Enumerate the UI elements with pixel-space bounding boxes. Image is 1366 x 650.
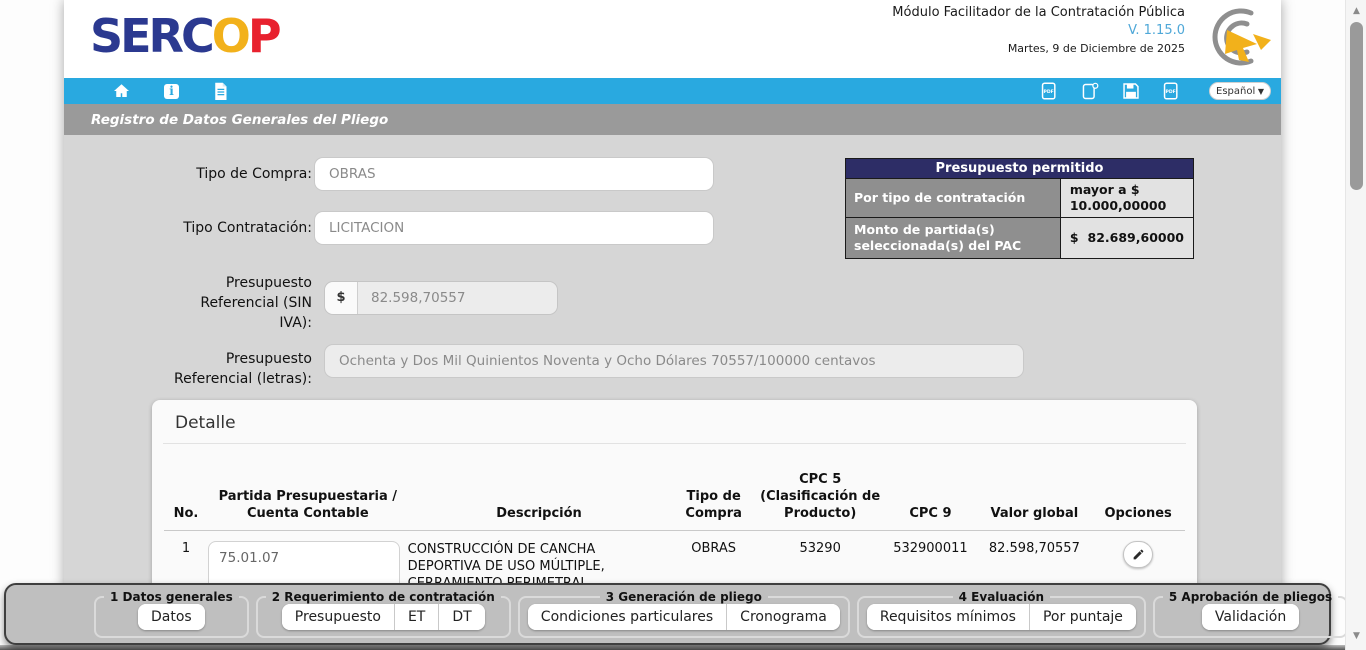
- permitido-row-label: Por tipo de contratación: [846, 179, 1061, 218]
- module-title: Módulo Facilitador de la Contratación Pú…: [892, 5, 1185, 20]
- col-cpc5: CPC 5 (Clasificación de Producto): [757, 471, 884, 531]
- scroll-down-arrow[interactable]: ▼: [1346, 631, 1366, 641]
- presupuesto-letras-label: Presupuesto Referencial (letras):: [172, 349, 312, 389]
- tipo-contratacion-label: Tipo Contratación:: [104, 218, 312, 238]
- logo-text-blue: SERC: [90, 9, 212, 63]
- group-legend: 2 Requerimiento de contratación: [266, 590, 501, 604]
- bottom-edge-strip: [0, 645, 1366, 650]
- pencil-icon: [1132, 548, 1145, 561]
- tipo-compra-label: Tipo de Compra:: [104, 164, 312, 184]
- nav-group-generacion-pliego: 3 Generación de pliego Condiciones parti…: [518, 590, 850, 638]
- presupuesto-permitido-title: Presupuesto permitido: [846, 159, 1194, 179]
- group-legend: 5 Aprobación de pliegos: [1163, 590, 1338, 604]
- presupuesto-sin-iva-value: 82.598,70557: [358, 282, 557, 314]
- toolbar: i PDF: [64, 78, 1281, 104]
- logo-text-red: P: [248, 9, 279, 63]
- version-label: V. 1.15.0: [892, 23, 1185, 38]
- toolbar-right: PDF: [1041, 82, 1271, 101]
- col-partida: Partida Presupuestaria / Cuenta Contable: [208, 471, 408, 531]
- divider: [163, 443, 1186, 444]
- browser-viewport: SERCOP Módulo Facilitador de la Contrata…: [0, 0, 1366, 650]
- permitido-row-value: $82.689,60000: [1060, 218, 1193, 259]
- tipo-contratacion-field[interactable]: LICITACION: [315, 212, 713, 244]
- svg-text:PDF: PDF: [1044, 89, 1054, 95]
- page-title-bar: Registro de Datos Generales del Pliego: [64, 104, 1281, 135]
- toolbar-left: i: [112, 82, 229, 100]
- col-cpc9: CPC 9: [883, 471, 977, 531]
- requisitos-minimos-button[interactable]: Requisitos mínimos: [867, 604, 1029, 630]
- svg-text:PDF: PDF: [1166, 89, 1176, 95]
- pdf-export-icon[interactable]: PDF: [1041, 82, 1058, 100]
- nav-group-aprobacion: 5 Aprobación de pliegos Validación: [1153, 590, 1348, 638]
- table-header-row: No. Partida Presupuestaria / Cuenta Cont…: [164, 471, 1185, 531]
- save-icon[interactable]: [1122, 82, 1140, 100]
- app-window: SERCOP Módulo Facilitador de la Contrata…: [64, 0, 1281, 646]
- vertical-scrollbar: ▲ ▼: [1345, 0, 1366, 650]
- col-tipo-compra: Tipo de Compra: [670, 471, 756, 531]
- date-label: Martes, 9 de Diciembre de 2025: [892, 42, 1185, 55]
- validacion-button[interactable]: Validación: [1202, 604, 1299, 630]
- chevron-down-icon: ▼: [1258, 87, 1264, 96]
- permitido-row-label: Monto de partida(s) seleccionada(s) del …: [846, 218, 1061, 259]
- main-content: Tipo de Compra: OBRAS Tipo Contratación:…: [64, 135, 1281, 646]
- group-legend: 4 Evaluación: [953, 590, 1050, 604]
- edit-button[interactable]: [1123, 541, 1153, 568]
- pdf-print-icon[interactable]: PDF: [1163, 82, 1180, 100]
- col-no: No.: [164, 471, 208, 531]
- nav-group-datos-generales: 1 Datos generales Datos: [94, 590, 249, 638]
- col-descripcion: Descripción: [408, 471, 671, 531]
- home-icon[interactable]: [112, 82, 131, 100]
- detalle-title: Detalle: [152, 400, 1197, 443]
- dt-button[interactable]: DT: [438, 604, 484, 630]
- new-document-icon[interactable]: [1081, 82, 1099, 101]
- currency-prefix: $: [325, 282, 358, 314]
- group-legend: 1 Datos generales: [104, 590, 239, 604]
- tipo-compra-field[interactable]: OBRAS: [315, 158, 713, 190]
- scroll-up-arrow[interactable]: ▲: [1346, 6, 1366, 16]
- presupuesto-sin-iva-label: Presupuesto Referencial (SIN IVA):: [194, 273, 312, 333]
- header-info: Módulo Facilitador de la Contratación Pú…: [892, 5, 1185, 55]
- document-icon[interactable]: [212, 82, 229, 100]
- info-icon[interactable]: i: [164, 84, 179, 99]
- pac-amount: 82.689,60000: [1088, 230, 1184, 245]
- presupuesto-sin-iva-field: $ 82.598,70557: [325, 282, 557, 314]
- bottom-step-nav: 1 Datos generales Datos 2 Requerimiento …: [4, 583, 1331, 645]
- language-select[interactable]: Español ▼: [1209, 82, 1271, 100]
- logo-text-yellow: O: [212, 9, 248, 63]
- presupuesto-permitido-table: Presupuesto permitido Por tipo de contra…: [845, 158, 1194, 259]
- col-opciones: Opciones: [1091, 471, 1185, 531]
- et-button[interactable]: ET: [394, 604, 438, 630]
- presupuesto-button[interactable]: Presupuesto: [282, 604, 394, 630]
- cursor-arrow-icon: [1225, 30, 1271, 62]
- app-header: SERCOP Módulo Facilitador de la Contrata…: [64, 0, 1281, 78]
- permitido-row-value: mayor a $ 10.000,00000: [1060, 179, 1193, 218]
- nav-group-requerimiento: 2 Requerimiento de contratación Presupue…: [256, 590, 511, 638]
- col-valor-global: Valor global: [977, 471, 1091, 531]
- nav-group-evaluacion: 4 Evaluación Requisitos mínimos Por punt…: [857, 590, 1146, 638]
- group-legend: 3 Generación de pliego: [600, 590, 768, 604]
- language-selected: Español: [1216, 86, 1255, 97]
- cronograma-button[interactable]: Cronograma: [726, 604, 840, 630]
- sercop-logo: SERCOP: [90, 8, 279, 64]
- por-puntaje-button[interactable]: Por puntaje: [1029, 604, 1136, 630]
- datos-button[interactable]: Datos: [138, 604, 205, 630]
- scrollbar-thumb[interactable]: [1350, 22, 1363, 190]
- spiral-cursor-logo: [1191, 4, 1275, 74]
- condiciones-particulares-button[interactable]: Condiciones particulares: [528, 604, 726, 630]
- page-title: Registro de Datos Generales del Pliego: [91, 112, 388, 128]
- currency-symbol: $: [1070, 230, 1079, 245]
- presupuesto-letras-field: Ochenta y Dos Mil Quinientos Noventa y O…: [325, 345, 1023, 377]
